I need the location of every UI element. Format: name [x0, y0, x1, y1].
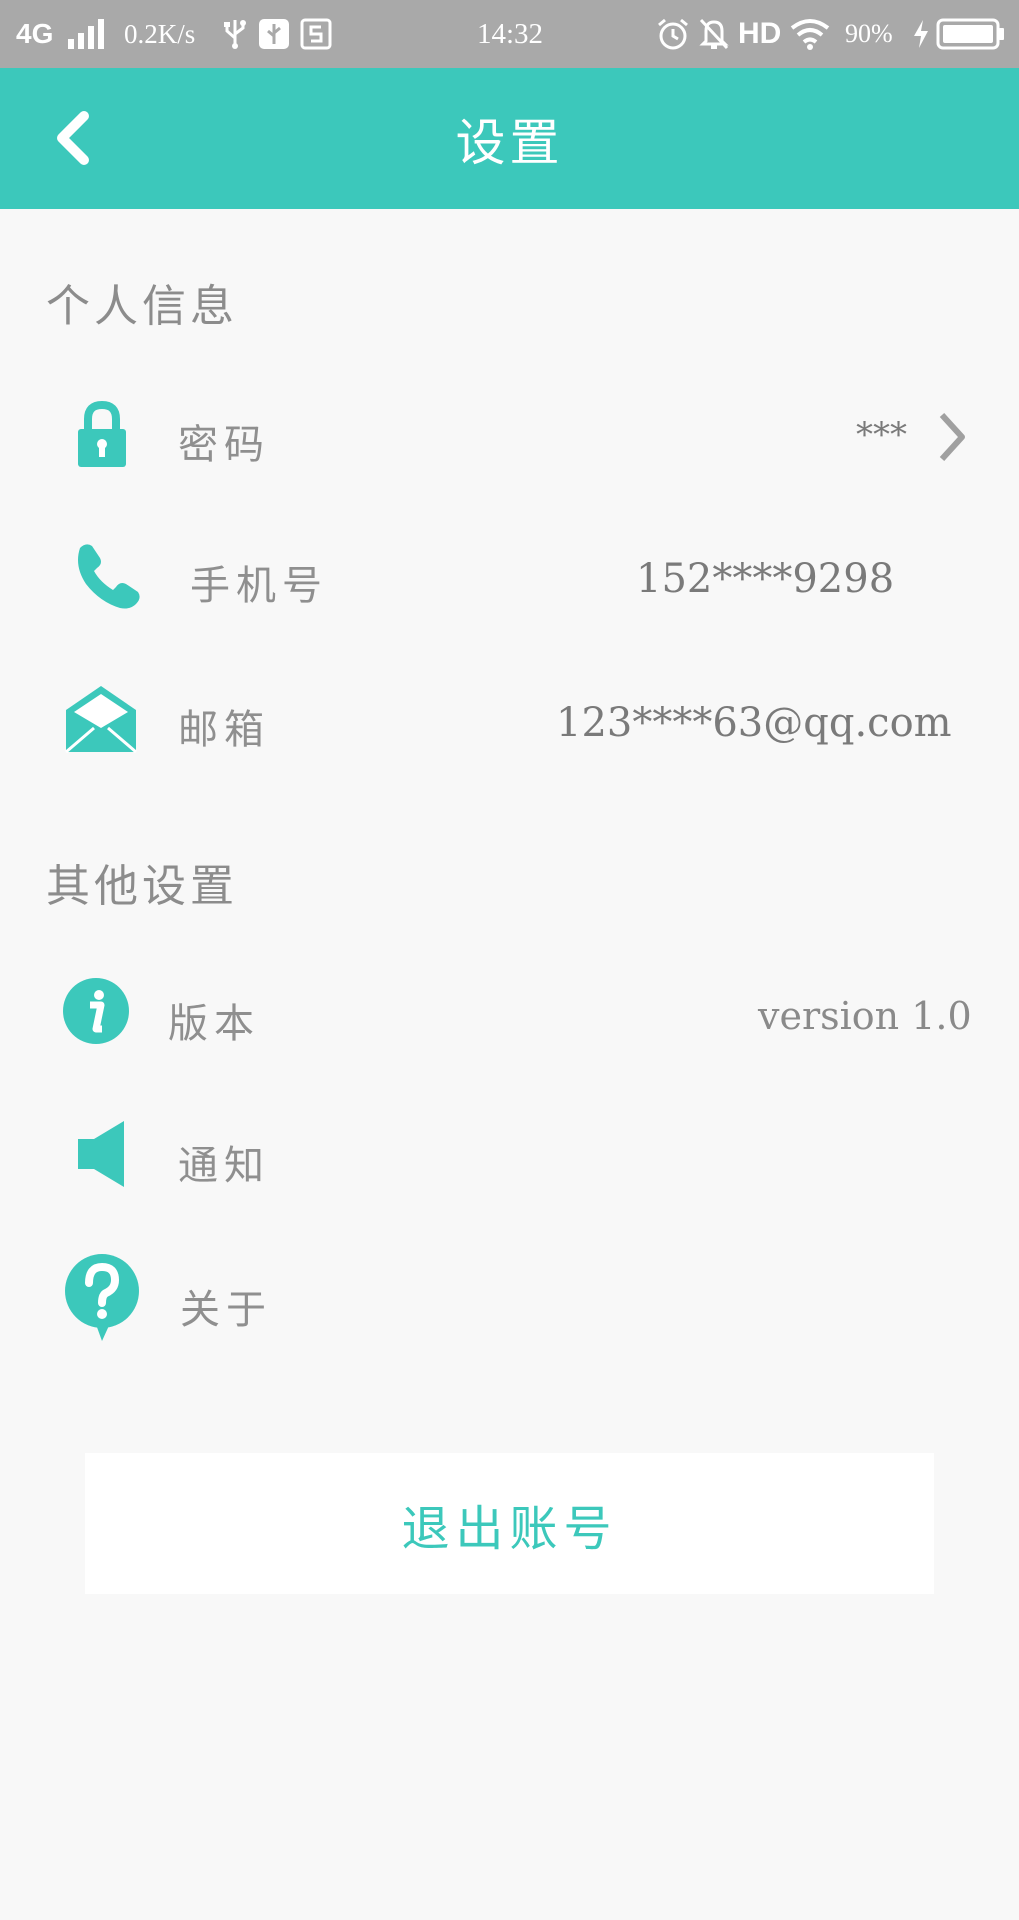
speaker-icon: [76, 1119, 128, 1193]
about-row[interactable]: 关于: [0, 1235, 1019, 1355]
email-value: 123****63@qq.com: [556, 700, 952, 746]
network-speed: 0.2K/s: [124, 18, 196, 49]
help-icon: [62, 1253, 142, 1347]
notification-label: 通知: [178, 1143, 270, 1189]
alarm-icon: [656, 0, 690, 68]
email-label: 邮箱: [178, 707, 270, 753]
password-row[interactable]: 密码 ***: [0, 377, 1019, 497]
phone-icon: [72, 540, 144, 616]
notification-row[interactable]: 通知: [0, 1095, 1019, 1215]
battery-icon: [936, 0, 1006, 68]
app-bar: 设置: [0, 68, 1019, 209]
network-type: 4G: [16, 18, 54, 49]
chevron-right-icon: [936, 411, 968, 467]
version-label: 版本: [168, 1001, 260, 1047]
logout-button[interactable]: 退出账号: [85, 1453, 934, 1594]
password-label: 密码: [178, 422, 270, 468]
phone-row[interactable]: 手机号 152****9298: [0, 520, 1019, 640]
screenshot-icon: [300, 0, 332, 68]
version-row[interactable]: 版本 version 1.0: [0, 955, 1019, 1075]
section-title-personal: 个人信息: [46, 281, 238, 332]
usb-icon: [222, 0, 248, 68]
info-icon: [62, 977, 130, 1049]
charging-icon: [912, 0, 930, 68]
status-bar: 4G 0.2K/s 14:32 HD 90%: [0, 0, 1019, 68]
email-row[interactable]: 邮箱 123****63@qq.com: [0, 662, 1019, 782]
battery-percent: 90%: [845, 19, 893, 48]
envelope-icon: [64, 684, 138, 758]
chevron-left-icon: [57, 111, 89, 165]
about-label: 关于: [180, 1287, 272, 1333]
wifi-icon: [790, 0, 830, 68]
usb-debug-icon: [258, 0, 290, 68]
status-time: 14:32: [476, 17, 544, 50]
hd-indicator: HD: [738, 17, 782, 50]
signal-icon: [66, 0, 108, 68]
password-value: ***: [856, 415, 907, 455]
page-title: 设置: [455, 113, 564, 172]
phone-label: 手机号: [190, 563, 328, 609]
phone-value: 152****9298: [636, 556, 895, 602]
section-title-other: 其他设置: [46, 861, 238, 912]
lock-icon: [76, 399, 128, 473]
back-button[interactable]: [40, 96, 104, 180]
version-value: version 1.0: [758, 994, 972, 1038]
mute-icon: [698, 0, 730, 68]
